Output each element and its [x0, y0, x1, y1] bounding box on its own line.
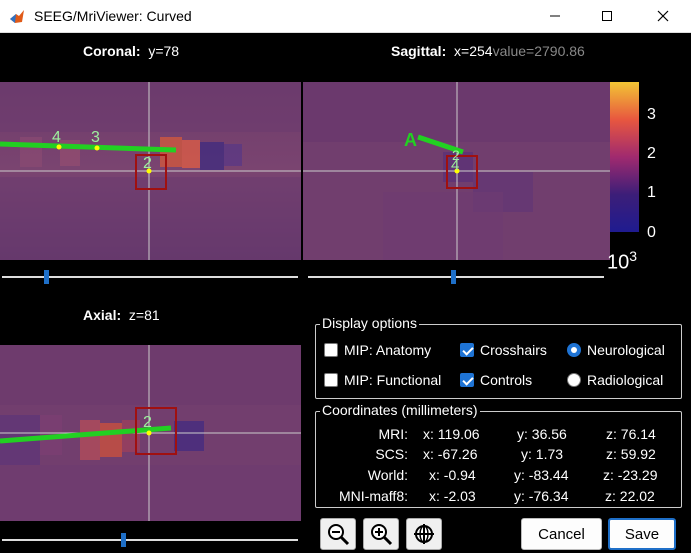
coronal-view[interactable]: 4 3 2 [0, 82, 301, 260]
mri-viewer-window: SEEG/MriViewer: Curved Coronal: y=78 Sag… [0, 0, 691, 553]
radio-dot[interactable] [567, 373, 581, 387]
coord-z: z: 59.92 [606, 446, 656, 462]
maximize-button[interactable] [584, 0, 630, 32]
coord-y: y: -76.34 [514, 488, 569, 504]
colorbar [610, 82, 639, 232]
display-options-title: Display options [320, 315, 419, 331]
coordinates-title: Coordinates (millimeters) [320, 402, 480, 418]
window-title: SEEG/MriViewer: Curved [34, 8, 192, 24]
coord-z: z: 22.02 [605, 488, 655, 504]
coord-label: MNI-maff8: [339, 488, 408, 504]
mip-anatomy-checkbox[interactable]: MIP: Anatomy [324, 342, 431, 358]
contact-label: 4 [451, 157, 459, 174]
axial-label: Axial: z=81 [83, 307, 160, 323]
radiological-radio[interactable]: Radiological [567, 372, 663, 388]
coord-z: z: -23.29 [603, 467, 658, 483]
title-bar: SEEG/MriViewer: Curved [0, 0, 691, 33]
coronal-coord: y=78 [148, 43, 180, 59]
slider-thumb[interactable] [451, 270, 457, 284]
voxel-value: value=2790.86 [492, 43, 585, 59]
axial-slice-slider[interactable] [2, 533, 298, 547]
save-button[interactable]: Save [608, 518, 676, 550]
axial-view[interactable]: 2 [0, 345, 301, 521]
coronal-label: Coronal: y=78 [83, 43, 180, 59]
contact-label: 4 [52, 129, 61, 146]
coord-y: y: 36.56 [517, 426, 567, 442]
zoom-in-button[interactable] [363, 518, 399, 550]
coronal-slice-slider[interactable] [2, 270, 298, 284]
slider-thumb[interactable] [121, 533, 127, 547]
coord-y: y: -83.44 [514, 467, 569, 483]
crosshairs-checkbox[interactable]: Crosshairs [460, 342, 547, 358]
coord-x: x: 119.06 [423, 426, 480, 442]
minimize-button[interactable] [532, 0, 578, 32]
radio-dot[interactable] [567, 343, 581, 357]
mip-functional-checkbox[interactable]: MIP: Functional [324, 372, 441, 388]
colorbar-tick: 1 [647, 184, 656, 201]
colorbar-tick: 0 [647, 224, 656, 241]
maximize-icon [602, 11, 612, 21]
contact-label: 2 [143, 155, 152, 172]
sagittal-slice-slider[interactable] [308, 270, 604, 284]
coord-x: x: -0.94 [429, 467, 476, 483]
checkbox-box[interactable] [324, 343, 338, 357]
slider-thumb[interactable] [44, 270, 50, 284]
coord-label: MRI: [378, 426, 408, 442]
checkbox-box[interactable] [324, 373, 338, 387]
coord-z: z: 76.14 [606, 426, 656, 442]
checkbox-box[interactable] [460, 373, 474, 387]
cancel-button[interactable]: Cancel [521, 518, 602, 550]
controls-checkbox[interactable]: Controls [460, 372, 532, 388]
colorbar-tick: 3 [647, 106, 656, 123]
zoom-out-button[interactable] [320, 518, 356, 550]
coord-x: x: -67.26 [423, 446, 478, 462]
sagittal-view-name: Sagittal [391, 43, 442, 59]
coord-y: y: 1.73 [521, 446, 564, 462]
contact-marker [94, 145, 100, 151]
coord-label: SCS: [375, 446, 408, 462]
sagittal-coord: x=254 [454, 43, 493, 59]
sagittal-label: Sagittal: x=254value=2790.86 [391, 43, 585, 59]
sagittal-view[interactable]: A 2 4 [303, 82, 610, 260]
minimize-icon [550, 15, 560, 17]
matlab-icon [10, 10, 24, 23]
coord-x: x: -2.03 [429, 488, 476, 504]
colorbar-tick: 2 [647, 145, 656, 162]
reset-view-icon [414, 524, 434, 544]
close-button[interactable] [640, 0, 686, 32]
zoom-out-icon [328, 524, 350, 546]
coord-label: World: [367, 467, 408, 483]
slider-track [2, 539, 298, 541]
contact-label: 3 [91, 129, 100, 146]
colorbar-exponent: 103 [607, 248, 638, 274]
contact-marker [146, 430, 152, 436]
reset-view-button[interactable] [406, 518, 442, 550]
axial-coord: z=81 [128, 307, 160, 323]
coronal-view-name: Coronal [83, 43, 136, 59]
contact-label: 2 [143, 414, 152, 431]
axial-view-name: Axial [83, 307, 117, 323]
contact-label: A [404, 130, 417, 150]
neurological-radio[interactable]: Neurological [567, 342, 665, 358]
zoom-in-icon [371, 524, 393, 546]
checkbox-box[interactable] [460, 343, 474, 357]
close-icon [657, 10, 669, 22]
